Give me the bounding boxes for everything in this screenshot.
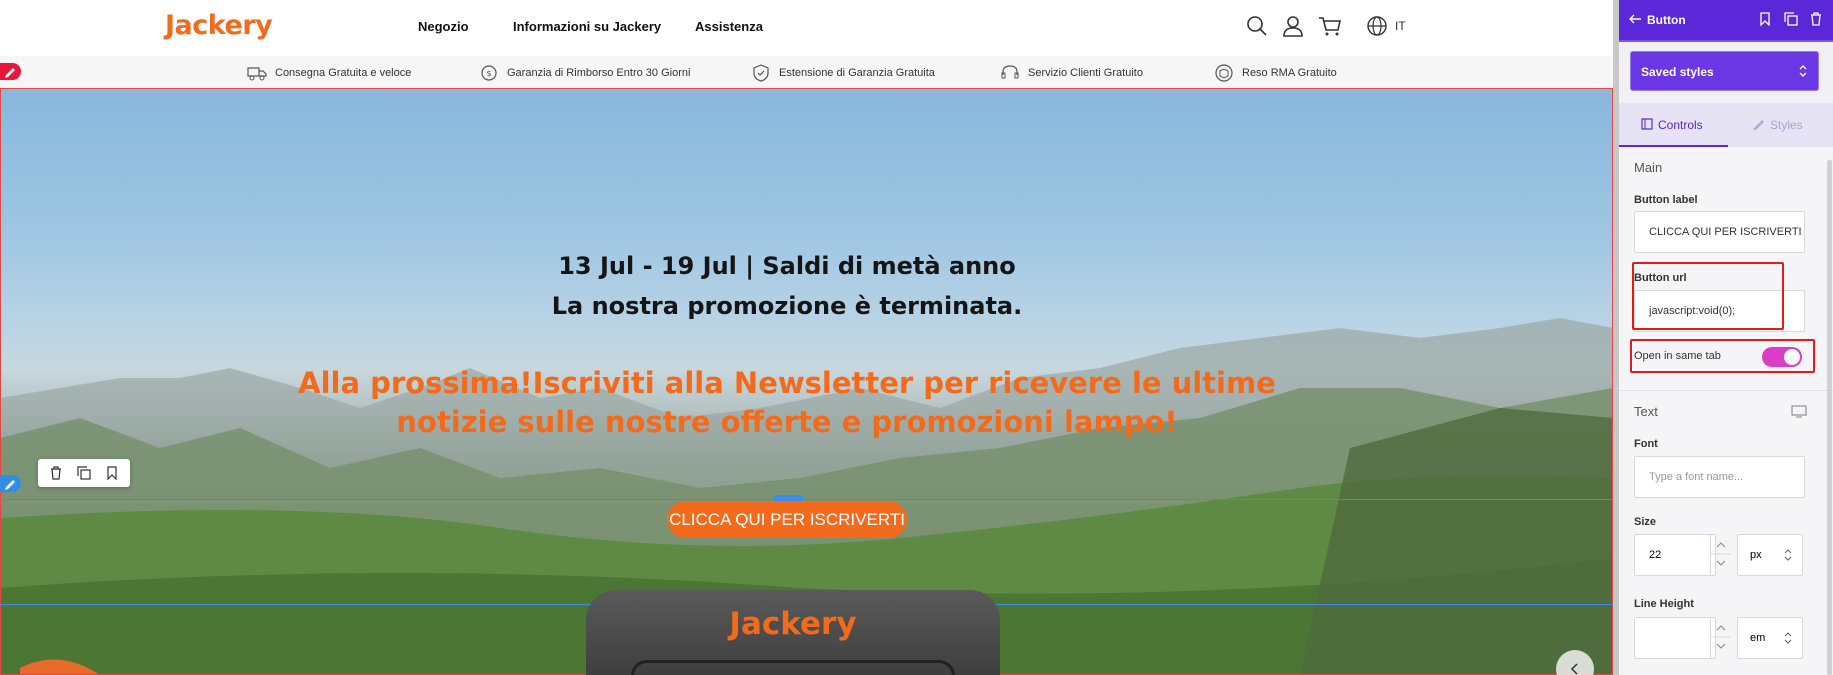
line-height-unit-value: em [1750,632,1766,644]
line-height-unit-select[interactable]: em [1737,617,1803,659]
page-canvas: Jackery Negozio Informazioni su Jackery … [0,0,1613,675]
benefit-label: Estensione di Garanzia Gratuita [779,67,935,79]
truck-icon [247,67,267,81]
duplicate-icon[interactable] [75,464,93,482]
tab-controls-label: Controls [1658,118,1703,132]
bookmark-icon[interactable] [103,464,121,482]
subscribe-cta-button[interactable]: CLICCA QUI PER ISCRIVERTI [667,501,907,538]
chevron-left-icon [1570,663,1578,675]
desktop-icon[interactable] [1791,405,1807,423]
power-station-product-image: Jackery [586,590,1000,675]
back-arrow-icon[interactable] [1628,12,1642,31]
chevron-updown-icon [1784,632,1792,644]
panel-scrollbar[interactable] [1827,160,1832,675]
device-logo: Jackery [729,606,857,642]
line-height-label: Line Height [1634,598,1694,610]
section-edit-pencil-icon[interactable] [0,63,21,80]
jackery-logo[interactable]: Jackery [165,10,273,41]
size-input[interactable]: 22 [1634,534,1716,576]
duplicate-icon[interactable] [1784,12,1798,31]
font-input[interactable]: Type a font name... [1634,456,1805,498]
element-edit-pencil-icon[interactable] [0,475,21,492]
font-label: Font [1634,438,1658,450]
panel-title: Button [1647,13,1686,27]
hero-promo-line-1: Alla prossima!Iscriviti alla Newsletter … [298,366,1276,400]
benefits-bar: Consegna Gratuita e veloce $ Garanzia di… [0,56,1613,88]
toggle-highlight-box [1630,339,1815,373]
language-selector[interactable]: IT [1395,19,1406,33]
globe-icon[interactable] [1365,14,1389,38]
trash-icon[interactable] [1810,12,1822,31]
nav-informazioni[interactable]: Informazioni su Jackery [513,19,661,34]
benefit-warranty: Estensione di Garanzia Gratuita [751,64,935,82]
size-unit-value: px [1750,549,1762,561]
controls-icon [1641,118,1653,130]
tab-styles[interactable]: Styles [1752,118,1803,132]
selection-top-line [0,499,1613,500]
cart-icon[interactable] [1318,14,1342,38]
hero-promo-line-2: notizie sulle nostre offerte e promozion… [396,405,1178,439]
headset-icon [1001,65,1019,79]
size-stepper[interactable] [1710,534,1731,576]
device-display [631,660,955,675]
benefit-shipping: Consegna Gratuita e veloce [247,64,411,82]
refund-icon: $ [481,65,497,81]
tab-controls[interactable]: Controls [1641,118,1703,132]
hero-subtitle: La nostra promozione è terminata. [551,292,1023,320]
benefit-label: Consegna Gratuita e veloce [275,67,412,79]
benefit-label: Servizio Clienti Gratuito [1028,67,1143,79]
element-toolbar [38,459,130,487]
url-highlight-box [1632,262,1784,330]
size-label: Size [1634,516,1657,528]
benefit-service: Servizio Clienti Gratuito [1000,64,1143,82]
user-icon[interactable] [1281,14,1305,38]
button-label-input[interactable]: CLICCA QUI PER ISCRIVERTI [1634,211,1805,253]
trash-icon[interactable] [47,464,65,482]
benefit-label: Garanzia di Rimborso Entro 30 Giorni [507,67,691,79]
section-text-title: Text [1634,404,1658,419]
nav-assistenza[interactable]: Assistenza [695,19,763,34]
search-icon[interactable] [1245,14,1269,38]
svg-text:$: $ [486,69,491,78]
shield-icon [753,64,769,82]
nav-negozio[interactable]: Negozio [418,19,469,34]
box-icon [1215,64,1233,82]
line-height-input[interactable] [1634,617,1716,659]
saved-styles-label: Saved styles [1641,65,1714,79]
pencil-icon [1752,120,1764,130]
button-settings-panel: Button Saved styles Controls Styles Main… [1619,0,1833,675]
saved-styles-dropdown[interactable]: Saved styles [1630,51,1819,91]
button-label-label: Button label [1634,194,1698,206]
section-divider [1619,390,1833,391]
chevron-updown-icon [1784,549,1792,561]
panel-header: Button [1619,0,1833,40]
tab-styles-label: Styles [1770,118,1803,132]
size-unit-select[interactable]: px [1737,534,1803,576]
bookmark-icon[interactable] [1759,12,1771,31]
benefit-label: Reso RMA Gratuito [1242,67,1337,79]
line-height-stepper[interactable] [1710,617,1731,659]
benefit-rma: Reso RMA Gratuito [1214,64,1337,82]
panel-tabs: Controls Styles [1619,103,1833,147]
benefit-refund: $ Garanzia di Rimborso Entro 30 Giorni [479,64,690,82]
hero-dates-title: 13 Jul - 19 Jul | Saldi di metà anno [558,252,1016,280]
section-main-title: Main [1634,160,1663,175]
header-divider [1619,40,1833,42]
site-header: Jackery Negozio Informazioni su Jackery … [0,0,1613,56]
chevron-updown-icon [1798,64,1808,81]
